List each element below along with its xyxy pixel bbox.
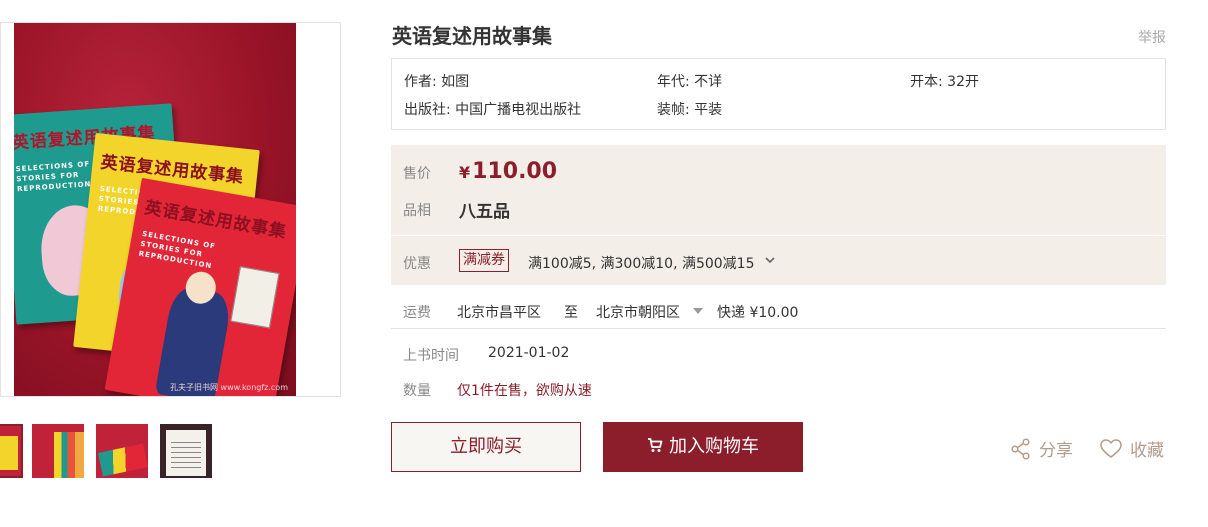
coupon-badge: 满减券 [459, 249, 509, 272]
main-product-photo[interactable]: 英语复述用故事集 SELECTIONS OF STORIES FOR REPRO… [0, 22, 341, 397]
ship-to-select[interactable]: 北京市朝阳区 [596, 302, 680, 322]
format: 开本: 32开 [910, 74, 979, 90]
condition-grade: 八五品 [459, 202, 510, 222]
ship-method: 快递 ¥10.00 [717, 305, 799, 321]
shipping-row: 运费 北京市昌平区 至 北京市朝阳区 快递 ¥10.00 [391, 300, 1166, 329]
thumbnail-3[interactable] [96, 424, 148, 478]
price-panel: 售价 ¥110.00 品相 八五品 优惠 满减券 满100减5, 满300减10… [391, 145, 1166, 285]
publisher: 出版社: 中国广播电视出版社 [404, 102, 582, 118]
currency-symbol: ¥ [459, 163, 471, 182]
buy-now-button[interactable]: 立即购买 [391, 422, 581, 472]
share-icon [1011, 437, 1030, 460]
thumbnail-1[interactable] [0, 424, 23, 478]
chevron-down-icon[interactable] [763, 253, 777, 267]
ship-from: 北京市昌平区 [457, 305, 541, 321]
price-value: 110.00 [472, 159, 558, 184]
favorite-button[interactable]: 收藏 [1100, 436, 1164, 461]
binding: 装帧: 平装 [657, 102, 723, 118]
quantity-label: 数量 [403, 383, 431, 399]
price-label: 售价 [403, 166, 431, 182]
price: ¥110.00 [459, 159, 557, 184]
discount-label: 优惠 [403, 256, 431, 272]
list-date: 2021-01-02 [488, 345, 570, 361]
author: 作者: 如图 [404, 74, 470, 90]
ship-to-word: 至 [564, 305, 578, 321]
divider [391, 235, 1166, 236]
share-button[interactable]: 分享 [1011, 436, 1073, 461]
cart-icon [648, 437, 663, 452]
book-photo: 英语复述用故事集 SELECTIONS OF STORIES FOR REPRO… [14, 23, 296, 396]
dropdown-arrow-icon[interactable] [693, 308, 703, 314]
coupon-rules: 满100减5, 满300减10, 满500减15 [528, 256, 755, 272]
heart-icon [1100, 438, 1122, 458]
shipping-label: 运费 [403, 305, 431, 321]
product-title: 英语复述用故事集 [392, 24, 552, 48]
book-meta-box: 作者: 如图 年代: 不详 开本: 32开 出版社: 中国广播电视出版社 装帧:… [391, 58, 1166, 130]
share-label: 分享 [1039, 441, 1073, 461]
photo-watermark: 孔夫子旧书网 www.kongfz.com [169, 383, 288, 392]
quantity-value: 仅1件在售，欲购从速 [457, 383, 592, 399]
list-date-label: 上书时间 [403, 348, 459, 364]
grade-label: 品相 [403, 203, 431, 219]
thumbnail-2[interactable] [32, 424, 84, 478]
add-to-cart-label: 加入购物车 [669, 436, 759, 457]
report-link[interactable]: 举报 [1138, 27, 1166, 47]
add-to-cart-button[interactable]: 加入购物车 [603, 422, 803, 472]
year: 年代: 不详 [657, 74, 723, 90]
favorite-label: 收藏 [1130, 441, 1164, 461]
thumbnail-4[interactable] [160, 424, 212, 478]
